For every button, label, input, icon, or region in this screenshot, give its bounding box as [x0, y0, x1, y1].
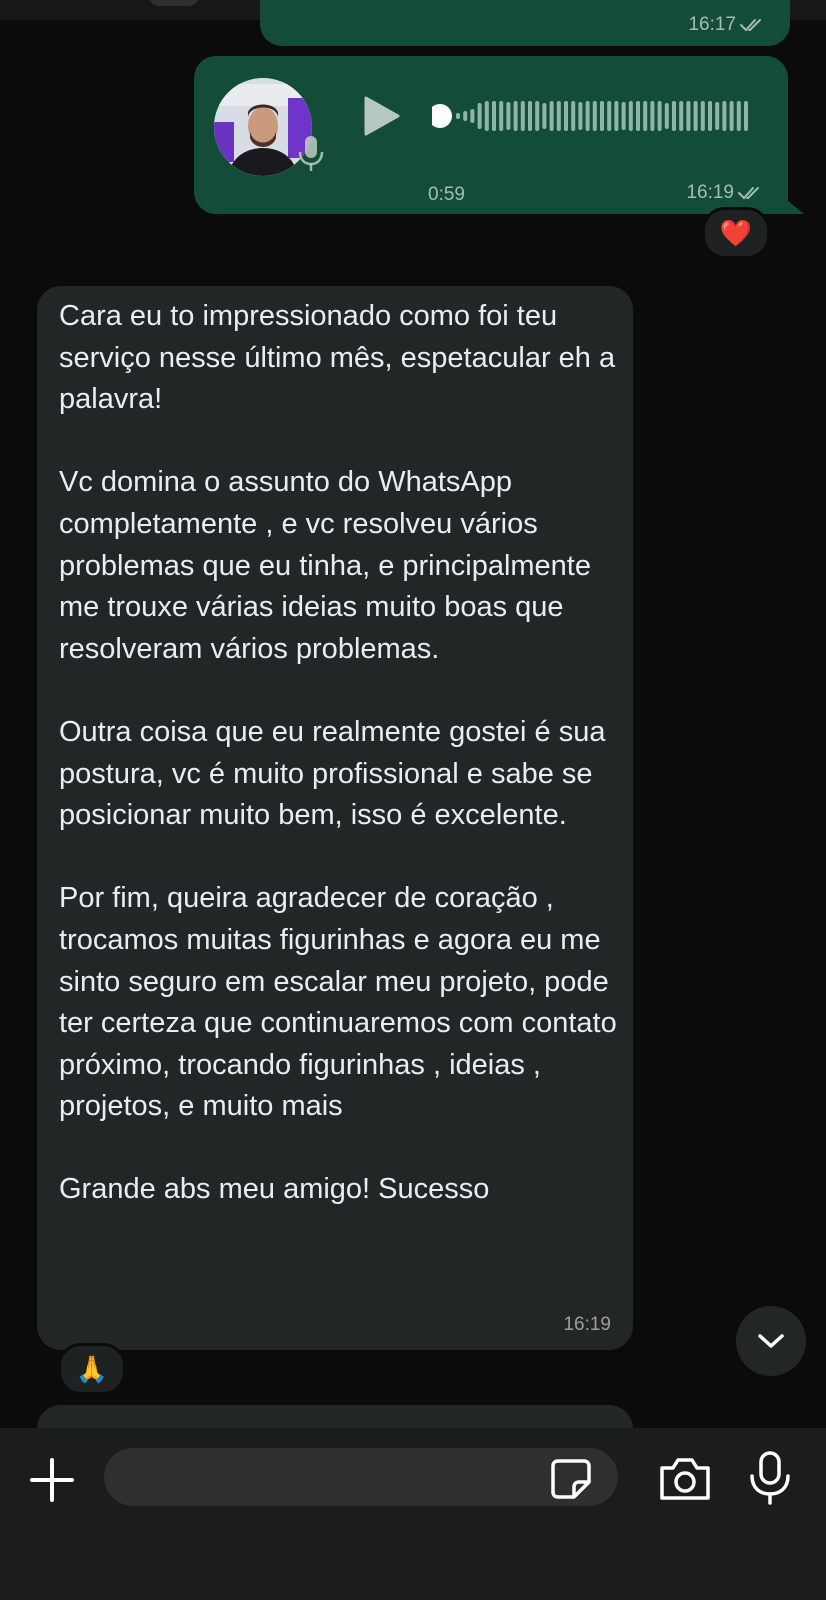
waveform-bar — [470, 109, 475, 123]
chat-screen: 16:17 0:59 16:19 ❤️ Cara eu to impressio… — [0, 0, 826, 1600]
waveform-bar — [636, 101, 640, 131]
composer-bar — [0, 1428, 826, 1600]
double-check-icon — [738, 185, 764, 201]
chevron-down-icon — [758, 1334, 784, 1348]
waveform-bar — [600, 101, 604, 131]
waveform-bar — [700, 101, 705, 131]
waveform-bar — [535, 101, 540, 131]
waveform-bar — [729, 101, 734, 131]
waveform-bar — [744, 101, 748, 131]
waveform-bar — [578, 102, 583, 130]
waveform-bar — [456, 113, 460, 119]
waveform-bar — [571, 101, 576, 131]
waveform-bar — [657, 101, 662, 131]
waveform-bar — [542, 103, 547, 129]
message-time: 16:17 — [688, 14, 736, 35]
camera-icon — [660, 1458, 710, 1500]
play-icon[interactable] — [362, 96, 402, 136]
waveform-bar — [672, 101, 676, 131]
message-time: 16:19 — [686, 182, 734, 203]
message-input[interactable] — [104, 1448, 618, 1506]
waveform-bar — [722, 101, 727, 131]
waveform-bar — [736, 101, 741, 131]
waveform-bar — [686, 101, 691, 131]
waveform-bar — [506, 102, 511, 130]
message-time: 16:19 — [563, 1314, 611, 1335]
mic-icon — [296, 134, 326, 174]
top-bar-shape — [148, 0, 200, 6]
sticker-icon — [551, 1459, 591, 1499]
incoming-message-bubble[interactable]: Cara eu to impressionado como foi teu se… — [37, 286, 633, 1350]
reaction-badge-pray[interactable]: 🙏 — [58, 1343, 126, 1395]
message-meta: 16:17 — [688, 14, 766, 36]
waveform-bar — [621, 102, 626, 130]
message-text: Cara eu to impressionado como foi teu se… — [59, 300, 617, 1206]
camera-button[interactable] — [658, 1456, 712, 1502]
waveform-bar — [564, 101, 568, 131]
audio-waveform[interactable] — [428, 94, 752, 138]
sticker-button[interactable] — [550, 1458, 592, 1500]
double-check-icon — [740, 17, 766, 33]
waveform-bar — [664, 103, 669, 129]
waveform-bar — [484, 101, 489, 131]
reaction-badge-heart[interactable]: ❤️ — [702, 207, 770, 259]
waveform-bar — [650, 101, 655, 131]
waveform-bar — [528, 101, 532, 131]
voice-message-bubble[interactable]: 0:59 16:19 — [194, 56, 788, 214]
waveform-bar — [585, 101, 590, 131]
bubble-tail — [770, 186, 804, 214]
waveform-bar — [693, 101, 698, 131]
scroll-to-bottom-button[interactable] — [736, 1306, 806, 1376]
message-meta: 16:19 — [686, 182, 764, 204]
waveform-bar — [679, 101, 684, 131]
waveform-bar — [499, 101, 504, 131]
voice-duration: 0:59 — [428, 184, 465, 205]
waveform-bar — [708, 101, 712, 131]
outgoing-message-previous[interactable]: 16:17 — [260, 0, 790, 46]
waveform-bar — [614, 101, 619, 131]
waveform-bar — [607, 101, 612, 131]
waveform-bar — [549, 101, 554, 131]
waveform-bar — [592, 101, 597, 131]
waveform-bar — [520, 101, 525, 131]
playback-position-dot[interactable] — [428, 104, 452, 128]
waveform-bar — [628, 101, 633, 131]
waveform-bar — [715, 102, 720, 130]
plus-icon — [30, 1458, 74, 1502]
waveform-bar — [556, 101, 561, 131]
waveform-bar — [477, 103, 482, 129]
waveform-bar — [492, 101, 496, 131]
waveform-bar — [513, 101, 518, 131]
voice-record-button[interactable] — [748, 1450, 792, 1506]
mic-icon — [750, 1451, 790, 1505]
attach-button[interactable] — [28, 1456, 76, 1504]
waveform-bar — [643, 101, 648, 131]
waveform-bar — [463, 111, 468, 121]
